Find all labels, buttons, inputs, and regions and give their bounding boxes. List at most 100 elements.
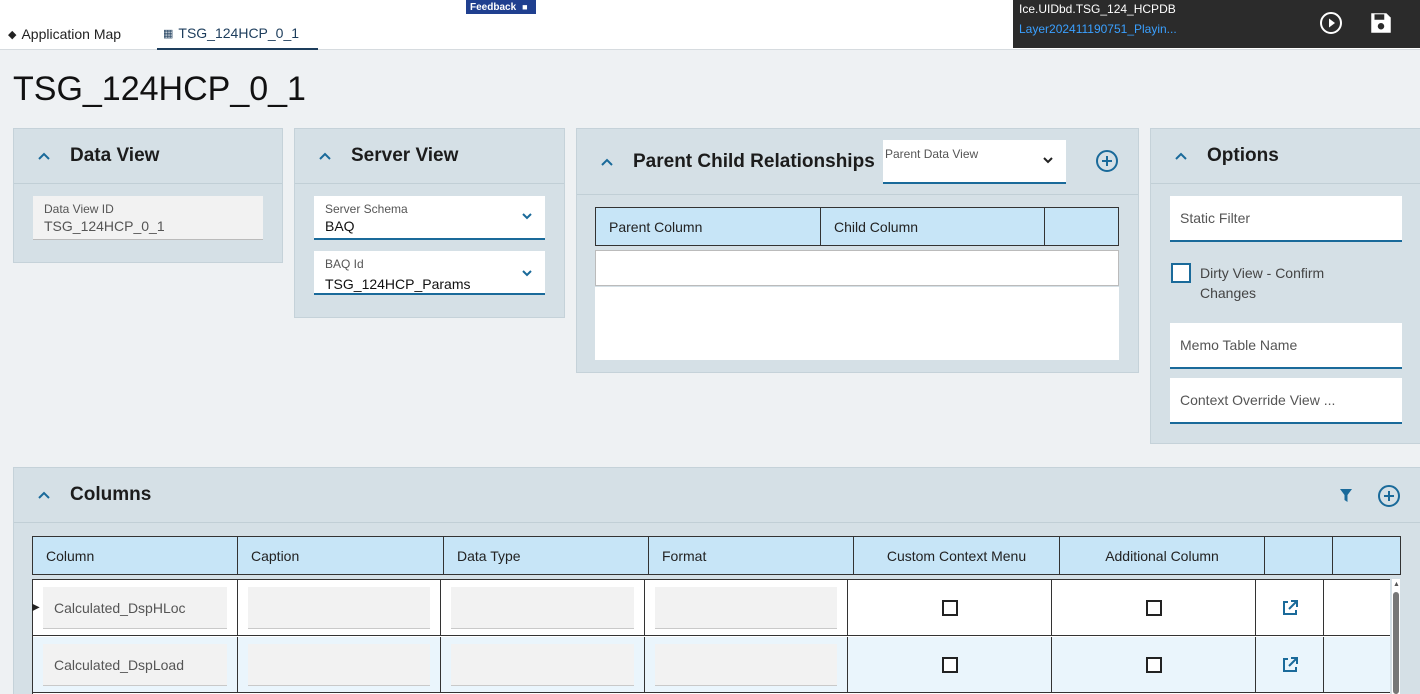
additional-column-checkbox[interactable] [1145,599,1162,616]
context-menu-checkbox[interactable] [941,656,958,673]
scroll-up-icon[interactable]: ▲ [1393,581,1400,588]
baq-id-select[interactable]: BAQ Id TSG_124HCP_Params [314,251,545,295]
chevron-up-icon[interactable] [36,148,52,164]
table-row[interactable]: ▶ Calculated_DspHLoc [32,580,1390,636]
memo-table-input[interactable]: Memo Table Name [1170,323,1402,369]
server-schema-select[interactable]: Server Schema BAQ [314,196,545,240]
filter-icon[interactable] [1339,488,1353,504]
play-button[interactable] [1317,9,1345,37]
server-schema-value: BAQ [325,218,355,234]
feedback-label: Feedback [470,1,517,13]
parent-child-title: Parent Child Relationships [633,150,875,172]
grid-icon: ▦ [163,27,174,40]
static-filter-input[interactable]: Static Filter [1170,196,1402,242]
chevron-up-icon[interactable] [317,148,333,164]
parent-child-panel: Parent Child Relationships Parent Data V… [576,128,1139,373]
column-header-additional[interactable]: Additional Column [1060,537,1265,574]
actions-column-header [1045,208,1118,245]
tab-application-map[interactable]: ◆ Application Map [8,18,121,50]
server-schema-label: Server Schema [325,202,408,216]
page-title: TSG_124HCP_0_1 [13,70,306,108]
context-override-input[interactable]: Context Override View ... [1170,378,1402,424]
open-link-cell [1256,637,1324,692]
additional-column-cell [1052,637,1256,692]
column-header-column[interactable]: Column [33,537,238,574]
server-view-panel: Server View Server Schema BAQ BAQ Id TSG… [294,128,565,318]
chevron-up-icon[interactable] [36,487,52,503]
format-cell[interactable] [645,580,848,635]
context-menu-cell [848,580,1052,635]
data-view-panel: Data View Data View ID TSG_124HCP_0_1 [13,128,283,263]
column-name: Calculated_DspHLoc [43,587,227,629]
chevron-down-icon[interactable] [521,210,533,222]
column-name: Calculated_DspLoad [43,644,227,686]
dirty-view-checkbox[interactable] [1171,263,1191,283]
caption-value [248,587,430,629]
chevron-down-icon[interactable] [521,267,533,279]
chevron-up-icon[interactable] [599,154,615,170]
parent-data-view-select[interactable]: Parent Data View [883,140,1066,184]
scrollbar-thumb[interactable] [1393,592,1399,694]
save-icon [1371,13,1391,33]
layer-title: Ice.UIDbd.TSG_124_HCPDB [1019,2,1176,16]
column-cell[interactable]: Calculated_DspLoad [33,637,238,692]
layer-name-link[interactable]: Layer202411190751_Playin... [1019,22,1177,36]
memo-table-placeholder: Memo Table Name [1180,337,1298,353]
relationship-filter-row[interactable] [595,250,1119,286]
caption-cell[interactable] [238,580,441,635]
parent-data-view-label: Parent Data View [885,147,979,161]
chevron-up-icon[interactable] [1173,148,1189,164]
data-type-cell[interactable] [441,637,645,692]
comment-icon: ■ [522,2,528,12]
parent-column-header[interactable]: Parent Column [596,208,821,245]
column-header-context-menu[interactable]: Custom Context Menu [854,537,1060,574]
column-cell[interactable]: ▶ Calculated_DspHLoc [32,580,238,635]
context-override-placeholder: Context Override View ... [1180,392,1336,408]
add-relationship-icon[interactable] [1095,149,1119,173]
columns-title: Columns [70,484,152,505]
layer-header: Ice.UIDbd.TSG_124_HCPDB Layer20241119075… [1013,0,1420,48]
tab-label: Application Map [21,26,122,42]
column-header-extra [1333,537,1400,574]
additional-column-checkbox[interactable] [1145,656,1162,673]
columns-header[interactable]: Columns [14,468,1420,523]
row-indicator-icon: ▶ [32,602,40,613]
tab-data-view[interactable]: ▦ TSG_124HCP_0_1 [157,18,318,50]
scrollbar[interactable]: ▲ [1392,579,1400,694]
options-panel: Options Static Filter Dirty View - Confi… [1150,128,1420,444]
data-view-header[interactable]: Data View [14,129,282,184]
external-link-icon[interactable] [1281,599,1299,617]
relationship-grid-header: Parent Column Child Column [595,207,1119,246]
column-header-data-type[interactable]: Data Type [444,537,649,574]
column-header-format[interactable]: Format [649,537,854,574]
relationship-grid-body [595,287,1119,360]
options-header[interactable]: Options [1151,129,1420,184]
data-view-id-field: Data View ID TSG_124HCP_0_1 [33,196,263,240]
baq-id-label: BAQ Id [325,257,364,271]
dirty-view-label: Dirty View - Confirm Changes [1200,265,1325,301]
format-cell[interactable] [645,637,848,692]
columns-grid-header: Column Caption Data Type Format Custom C… [32,536,1401,575]
chevron-down-icon[interactable] [1042,154,1054,166]
extra-cell [1324,637,1390,692]
table-row[interactable]: Calculated_DspLoad [33,637,1390,693]
tab-label: TSG_124HCP_0_1 [178,25,300,41]
external-link-icon[interactable] [1281,656,1299,674]
caption-cell[interactable] [238,637,441,692]
context-menu-cell [848,637,1052,692]
layers-icon: ◆ [8,28,17,41]
add-column-icon[interactable] [1377,484,1401,508]
data-type-value [451,644,634,686]
data-view-id-value: TSG_124HCP_0_1 [44,218,165,234]
static-filter-placeholder: Static Filter [1180,210,1251,226]
data-type-cell[interactable] [441,580,645,635]
format-value [655,644,837,686]
baq-id-value: TSG_124HCP_Params [325,276,471,292]
column-header-caption[interactable]: Caption [238,537,444,574]
data-view-title: Data View [70,145,160,166]
child-column-header[interactable]: Child Column [821,208,1045,245]
feedback-button[interactable]: Feedback ■ [466,0,536,14]
server-view-header[interactable]: Server View [295,129,564,184]
context-menu-checkbox[interactable] [941,599,958,616]
save-button[interactable] [1367,9,1395,37]
